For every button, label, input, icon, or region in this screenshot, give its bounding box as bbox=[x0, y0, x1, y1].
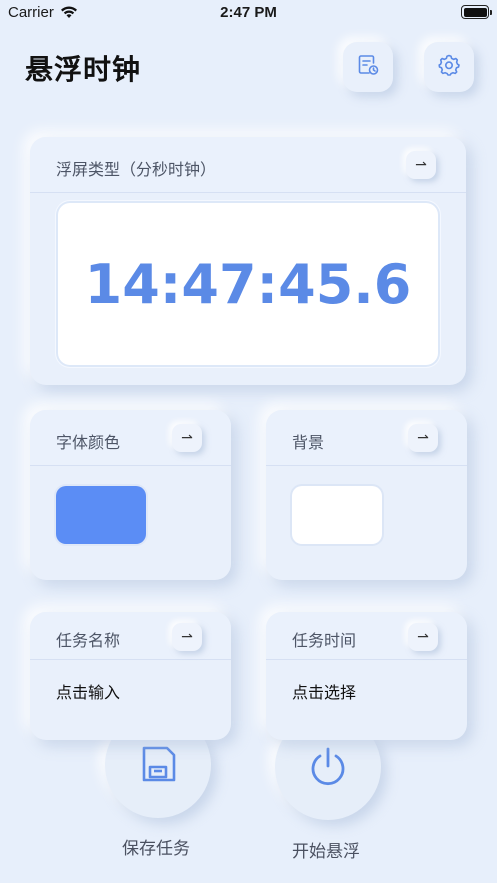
background-toggle-button[interactable]: ⇀ bbox=[408, 424, 438, 452]
font-color-swatch[interactable] bbox=[56, 486, 146, 544]
task-time-picker[interactable]: 点击选择 bbox=[292, 679, 356, 703]
arrow-right-icon: ⇀ bbox=[417, 430, 429, 446]
arrow-right-icon: ⇀ bbox=[415, 157, 427, 173]
card-header: 字体颜色 ⇀ bbox=[30, 410, 231, 466]
task-name-label: 任务名称 bbox=[56, 631, 121, 650]
background-label: 背景 bbox=[292, 433, 325, 452]
history-button[interactable] bbox=[343, 42, 393, 92]
task-time-toggle-button[interactable]: ⇀ bbox=[408, 623, 438, 651]
card-header: 浮屏类型（分秒时钟） ⇀ bbox=[30, 137, 466, 193]
settings-button[interactable] bbox=[424, 42, 474, 92]
background-swatch[interactable] bbox=[292, 486, 382, 544]
page-title: 悬浮时钟 bbox=[25, 53, 142, 86]
task-time-label: 任务时间 bbox=[292, 631, 357, 650]
save-icon bbox=[136, 742, 180, 790]
status-bar: Carrier 2:47 PM bbox=[0, 0, 497, 26]
arrow-right-icon: ⇀ bbox=[181, 629, 193, 645]
history-icon bbox=[356, 53, 380, 81]
font-color-card: 字体颜色 ⇀ bbox=[30, 410, 231, 580]
card-header: 任务名称 ⇀ bbox=[30, 612, 231, 660]
power-icon bbox=[306, 744, 350, 792]
clock-preview: 14:47:45.6 bbox=[56, 201, 440, 367]
float-type-card: 浮屏类型（分秒时钟） ⇀ 14:47:45.6 bbox=[30, 137, 466, 385]
task-name-card[interactable]: 任务名称 ⇀ 点击输入 bbox=[30, 612, 231, 740]
background-card: 背景 ⇀ bbox=[266, 410, 467, 580]
arrow-right-icon: ⇀ bbox=[181, 430, 193, 446]
battery-icon bbox=[461, 5, 492, 19]
task-name-input[interactable]: 点击输入 bbox=[56, 679, 120, 703]
font-color-toggle-button[interactable]: ⇀ bbox=[172, 424, 202, 452]
arrow-right-icon: ⇀ bbox=[417, 629, 429, 645]
start-float-label[interactable]: 开始悬浮 bbox=[292, 837, 360, 862]
status-time: 2:47 PM bbox=[220, 4, 277, 21]
card-header: 背景 ⇀ bbox=[266, 410, 467, 466]
gear-icon bbox=[437, 53, 461, 81]
clock-value: 14:47:45.6 bbox=[84, 252, 412, 316]
font-color-label: 字体颜色 bbox=[56, 433, 121, 452]
save-task-label[interactable]: 保存任务 bbox=[122, 834, 190, 859]
task-time-card[interactable]: 任务时间 ⇀ 点击选择 bbox=[266, 612, 467, 740]
float-type-label: 浮屏类型（分秒时钟） bbox=[56, 160, 217, 179]
task-name-toggle-button[interactable]: ⇀ bbox=[172, 623, 202, 651]
card-header: 任务时间 ⇀ bbox=[266, 612, 467, 660]
float-type-toggle-button[interactable]: ⇀ bbox=[406, 151, 436, 179]
